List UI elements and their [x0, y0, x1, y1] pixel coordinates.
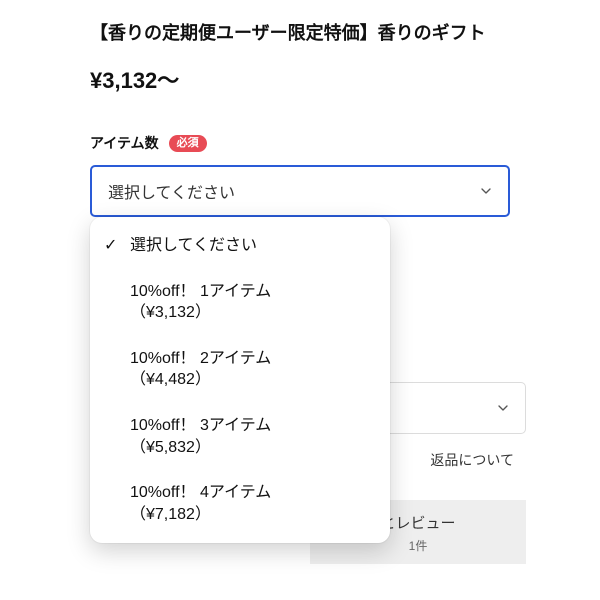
dropdown-option-price: （¥3,132） [130, 302, 372, 324]
dropdown-option-price: （¥4,482） [130, 369, 372, 391]
item-count-select[interactable]: 選択してください [90, 165, 510, 217]
dropdown-option[interactable]: 10%off！ 3アイテム （¥5,832） [90, 403, 390, 470]
returns-link[interactable]: 返品について [430, 450, 514, 470]
dropdown-option[interactable]: 10%off！ 4アイテム （¥7,182） [90, 470, 390, 537]
dropdown-option-label: 10%off！ 3アイテム [130, 415, 372, 437]
product-price: ¥3,132〜 [90, 63, 510, 95]
item-count-label: アイテム数 [90, 133, 159, 153]
dropdown-option-label: 選択してください [130, 235, 372, 257]
dropdown-option[interactable]: 10%off！ 2アイテム （¥4,482） [90, 336, 390, 403]
chevron-down-icon [478, 183, 494, 199]
required-badge: 必須 [169, 135, 207, 152]
dropdown-option[interactable]: 10%off！ 1アイテム （¥3,132） [90, 269, 390, 336]
item-count-label-row: アイテム数 必須 [90, 133, 510, 153]
item-count-select-value: 選択してください [108, 179, 235, 203]
item-count-dropdown[interactable]: 選択してください 10%off！ 1アイテム （¥3,132） 10%off！ … [90, 217, 390, 543]
chevron-down-icon [495, 400, 511, 416]
dropdown-option-label: 10%off！ 2アイテム [130, 348, 372, 370]
product-title: 【香りの定期便ユーザー限定特価】香りのギフト [90, 20, 510, 47]
dropdown-option-price: （¥7,182） [130, 504, 372, 526]
dropdown-option[interactable]: 選択してください [90, 223, 390, 269]
dropdown-option-label: 10%off！ 1アイテム [130, 281, 372, 303]
dropdown-option-label: 10%off！ 4アイテム [130, 482, 372, 504]
dropdown-option-price: （¥5,832） [130, 437, 372, 459]
